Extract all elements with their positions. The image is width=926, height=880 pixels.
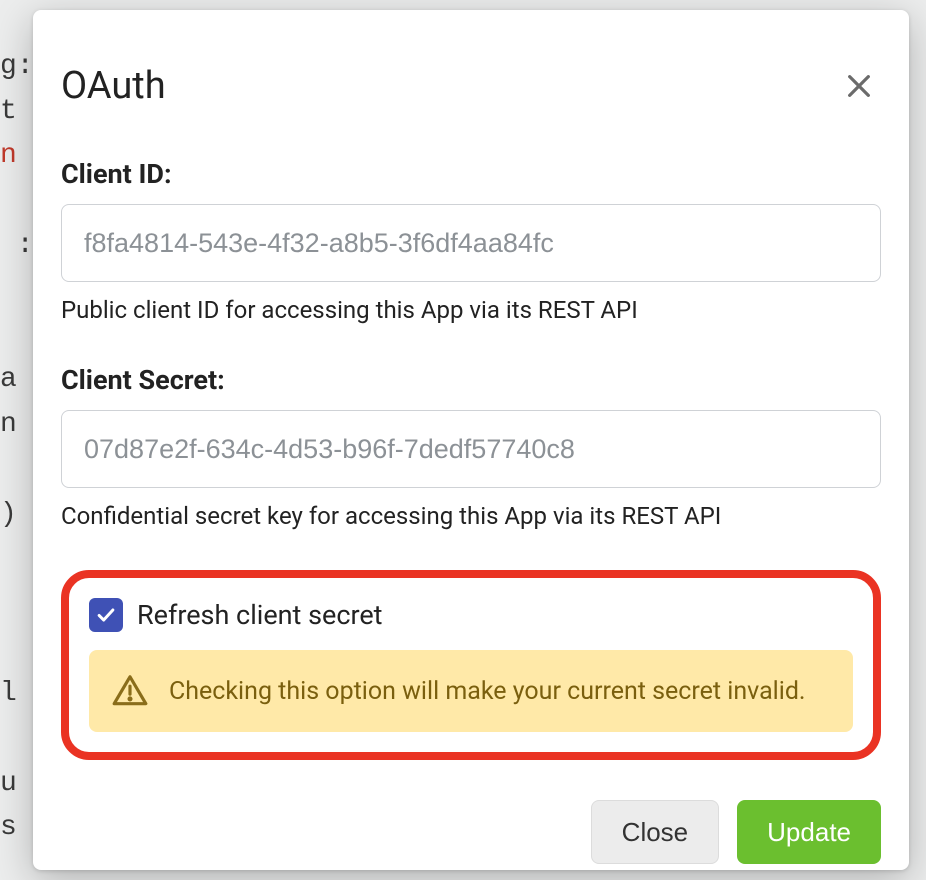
warning-triangle-icon [111, 672, 149, 710]
close-button[interactable]: Close [591, 800, 719, 864]
close-icon[interactable] [843, 70, 875, 102]
refresh-secret-row: Refresh client secret [89, 598, 853, 632]
client-secret-input[interactable] [61, 410, 881, 488]
update-button[interactable]: Update [737, 800, 881, 864]
refresh-secret-label: Refresh client secret [137, 599, 383, 631]
client-secret-label: Client Secret: [61, 364, 881, 396]
modal-footer: Close Update [61, 760, 881, 864]
client-id-group: Client ID: Public client ID for accessin… [61, 158, 881, 324]
client-secret-group: Client Secret: Confidential secret key f… [61, 364, 881, 530]
check-icon [95, 604, 117, 626]
refresh-secret-highlight: Refresh client secret Checking this opti… [61, 570, 881, 760]
client-id-help: Public client ID for accessing this App … [61, 296, 881, 324]
oauth-modal: OAuth Client ID: Public client ID for ac… [33, 10, 909, 870]
client-id-label: Client ID: [61, 158, 881, 190]
modal-header: OAuth [61, 64, 881, 108]
refresh-secret-warning: Checking this option will make your curr… [89, 650, 853, 732]
client-secret-help: Confidential secret key for accessing th… [61, 502, 881, 530]
refresh-secret-warning-text: Checking this option will make your curr… [169, 677, 806, 706]
client-id-input[interactable] [61, 204, 881, 282]
modal-title: OAuth [61, 64, 166, 108]
refresh-secret-checkbox[interactable] [89, 598, 123, 632]
